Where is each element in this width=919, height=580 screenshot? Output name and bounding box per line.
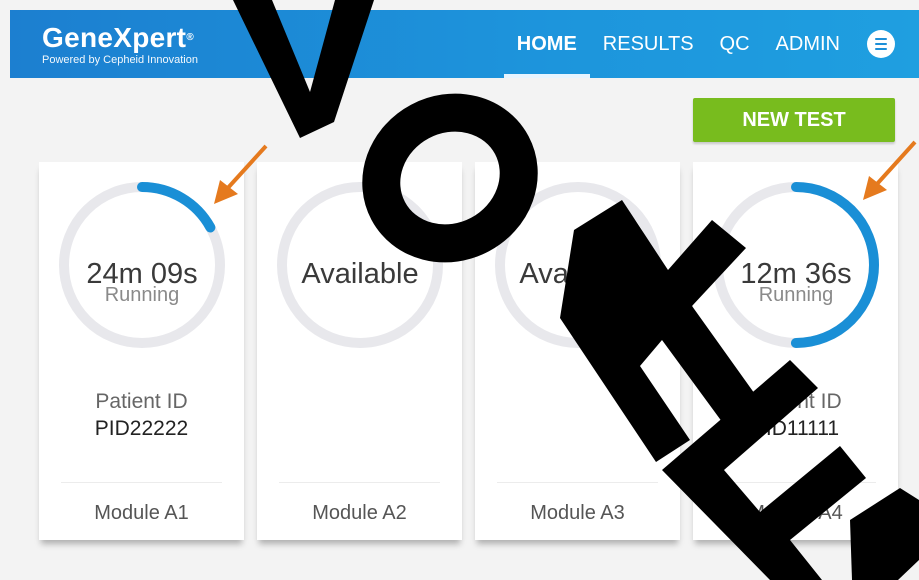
brand-logo: GeneXpert® Powered by Cepheid Innovation bbox=[42, 22, 198, 67]
module-card-a1[interactable]: 24m 09s Running Patient ID PID22222 Modu… bbox=[39, 162, 244, 540]
module-card-a3[interactable]: Available Module A3 bbox=[475, 162, 680, 540]
patient-id-value: PID11111 bbox=[751, 417, 840, 440]
divider bbox=[279, 482, 440, 483]
patient-id-label: Patient ID bbox=[749, 390, 842, 413]
status-text: Available bbox=[301, 258, 419, 290]
nav-qc[interactable]: QC bbox=[707, 10, 763, 78]
module-name: Module A4 bbox=[748, 502, 843, 524]
module-name: Module A3 bbox=[530, 502, 625, 524]
divider bbox=[715, 482, 876, 483]
brand-tagline: Powered by Cepheid Innovation bbox=[42, 54, 198, 66]
menu-icon[interactable] bbox=[867, 30, 895, 58]
top-bar: GeneXpert® Powered by Cepheid Innovation… bbox=[10, 10, 919, 78]
divider bbox=[497, 482, 658, 483]
nav-admin[interactable]: ADMIN bbox=[763, 10, 853, 78]
progress-ring: Available bbox=[493, 180, 663, 350]
brand-name: GeneXpert® bbox=[42, 22, 194, 53]
status-text: Running bbox=[104, 284, 180, 306]
main-nav: HOME RESULTS QC ADMIN bbox=[503, 10, 919, 78]
nav-home[interactable]: HOME bbox=[503, 10, 590, 78]
patient-id-value: PID22222 bbox=[94, 417, 189, 440]
module-name: Module A2 bbox=[312, 502, 407, 524]
annotation-arrow-icon bbox=[863, 140, 917, 200]
status-text: Available bbox=[519, 258, 637, 290]
module-card-a2[interactable]: Available Module A2 bbox=[257, 162, 462, 540]
module-name: Module A1 bbox=[94, 502, 189, 524]
progress-ring: Available bbox=[275, 180, 445, 350]
status-text: Running bbox=[758, 284, 834, 306]
annotation-arrow-icon bbox=[214, 144, 268, 204]
patient-id-label: Patient ID bbox=[95, 390, 188, 413]
module-card-a4[interactable]: 12m 36s Running Patient ID PID11111 Modu… bbox=[693, 162, 898, 540]
nav-results[interactable]: RESULTS bbox=[590, 10, 707, 78]
divider bbox=[61, 482, 222, 483]
